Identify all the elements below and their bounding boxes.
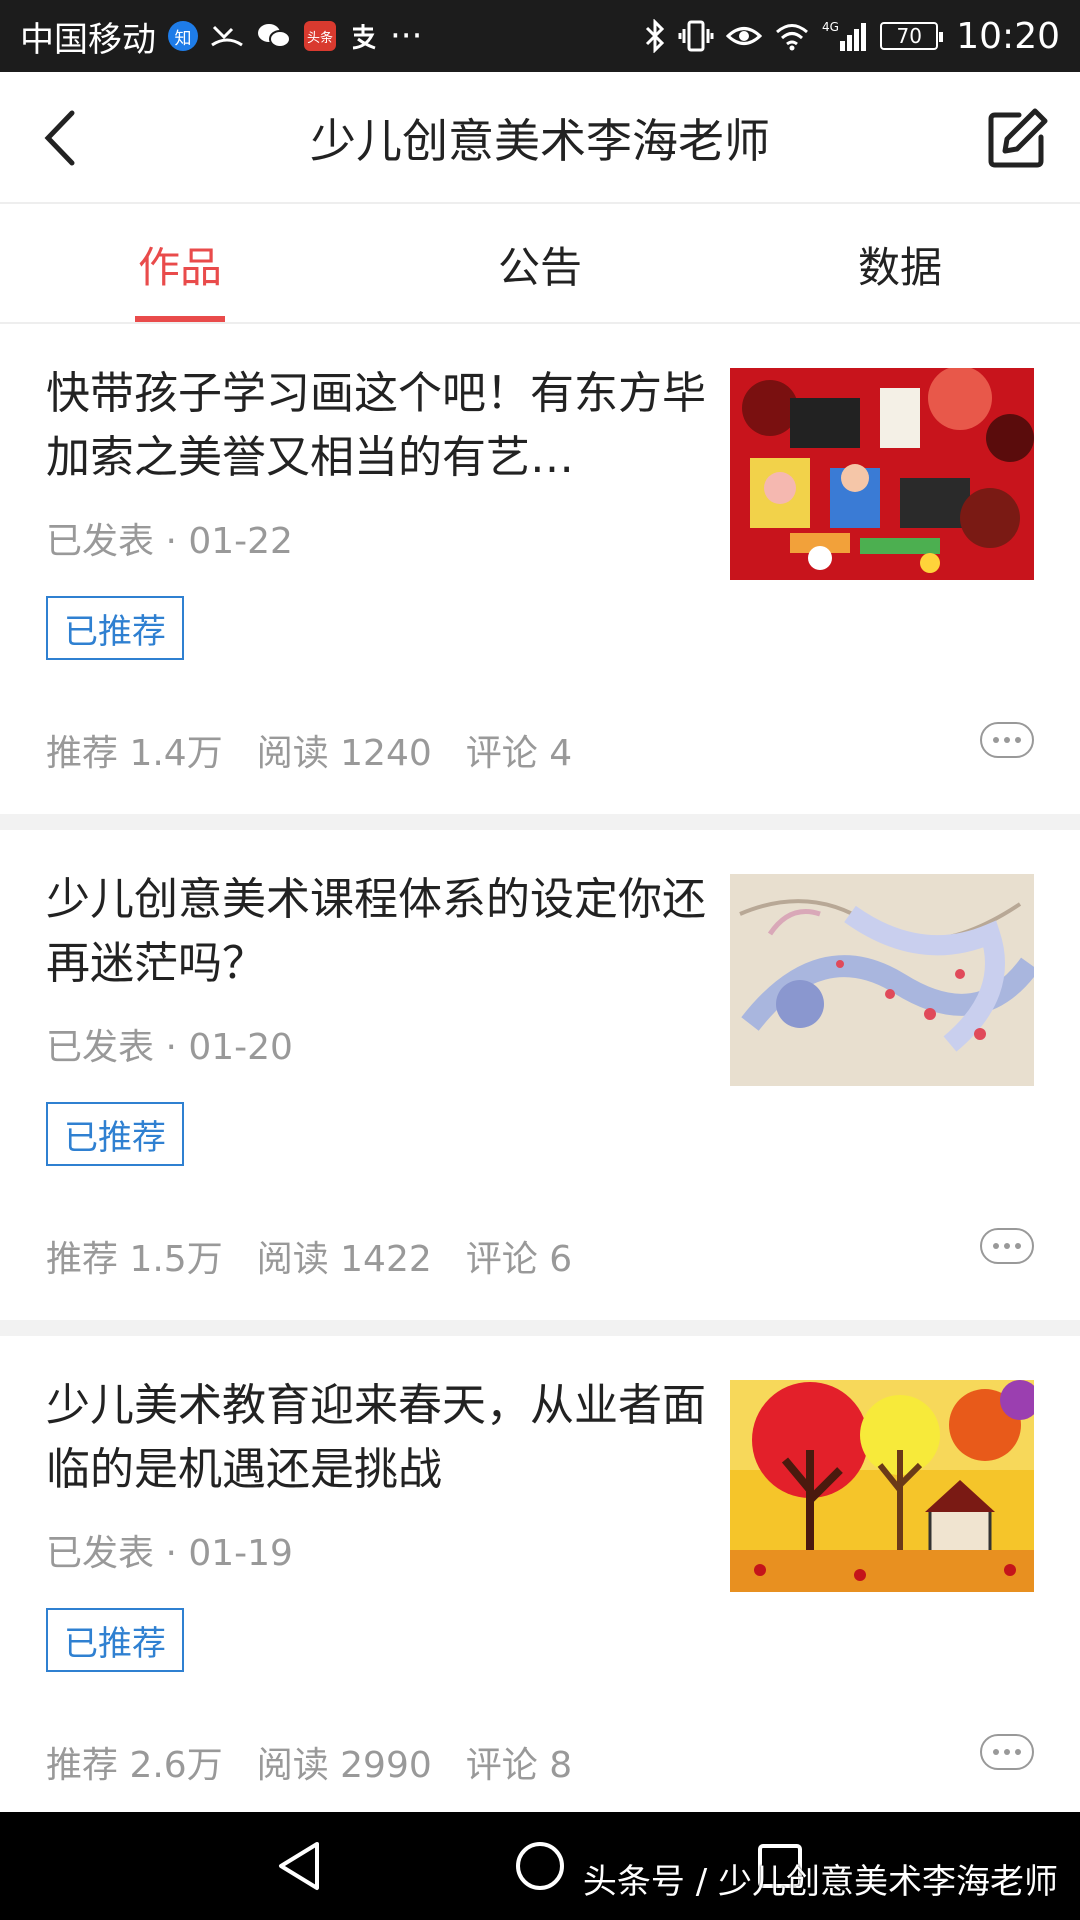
wifi-icon (774, 21, 810, 51)
nav-home-button[interactable] (508, 1834, 572, 1898)
recommend-count: 推荐 2.6万 (46, 1745, 223, 1786)
article-title[interactable]: 快带孩子学习画这个吧！有东方毕加索之美誉又相当的有艺… (46, 362, 706, 490)
article-publish-info: 已发表 · 01-19 (46, 1533, 293, 1574)
cellular-signal-icon: 4G (822, 19, 868, 53)
tab-works-label: 作品 (137, 242, 222, 292)
comment-count: 评论 8 (465, 1745, 573, 1786)
nav-back-button[interactable] (266, 1834, 330, 1898)
app-root: 中国移动 知 头条 ··· 4G 70 10:20 少儿创意美术李海老师 作品 … (0, 0, 1080, 1920)
page-title: 少儿创意美术李海老师 (310, 114, 770, 168)
list-separator (0, 1320, 1080, 1336)
autumn-trees-painting-image (730, 1380, 1034, 1592)
recommended-badge: 已推荐 (46, 596, 184, 660)
recommend-count: 推荐 1.4万 (46, 733, 223, 774)
recommend-count: 推荐 1.5万 (46, 1239, 223, 1280)
more-options-button[interactable] (980, 722, 1034, 758)
article-card[interactable]: 快带孩子学习画这个吧！有东方毕加索之美誉又相当的有艺… 已发表 · 01-22 … (0, 324, 1080, 814)
more-dot (1004, 1243, 1010, 1249)
tab-data[interactable]: 数据 (720, 206, 1080, 322)
circle-home-icon (516, 1842, 564, 1890)
more-dot (1004, 1749, 1010, 1755)
more-dot (1015, 1749, 1021, 1755)
wechat-icon (256, 21, 292, 51)
tab-bar: 作品 公告 数据 (0, 206, 1080, 324)
status-right: 4G 70 10:20 (644, 16, 1060, 57)
article-stats: 推荐 2.6万 阅读 2990 评论 8 (46, 1736, 572, 1788)
tab-works[interactable]: 作品 (0, 206, 360, 322)
article-list: 快带孩子学习画这个吧！有东方毕加索之美誉又相当的有艺… 已发表 · 01-22 … (0, 324, 1080, 1826)
phoenix-drawing-image (730, 874, 1034, 1086)
comment-count: 评论 4 (465, 733, 573, 774)
status-bar: 中国移动 知 头条 ··· 4G 70 10:20 (0, 0, 1080, 72)
header-bar: 少儿创意美术李海老师 (0, 72, 1080, 204)
article-title[interactable]: 少儿创意美术课程体系的设定你还再迷茫吗？ (46, 868, 706, 996)
watermark-text: 头条号 / 少儿创意美术李海老师 (582, 1862, 1058, 1902)
more-options-button[interactable] (980, 1734, 1034, 1770)
article-publish-info: 已发表 · 01-20 (46, 1027, 293, 1068)
read-count: 阅读 2990 (256, 1745, 432, 1786)
chevron-left-icon (44, 110, 75, 166)
battery-icon: 70 (880, 22, 944, 50)
more-dot (993, 1243, 999, 1249)
system-nav-bar: 头条号 / 少儿创意美术李海老师 (0, 1812, 1080, 1920)
comment-count: 评论 6 (465, 1239, 573, 1280)
tab-active-indicator (135, 316, 225, 322)
triangle-back-icon (279, 1842, 319, 1890)
tab-announcements-label: 公告 (497, 242, 582, 292)
more-dot (1015, 1243, 1021, 1249)
list-separator (0, 814, 1080, 830)
article-card[interactable]: 少儿创意美术课程体系的设定你还再迷茫吗？ 已发表 · 01-20 已推荐 推荐 … (0, 830, 1080, 1320)
more-dot (1015, 737, 1021, 743)
article-title[interactable]: 少儿美术教育迎来春天，从业者面临的是机遇还是挑战 (46, 1374, 706, 1502)
back-button[interactable] (30, 104, 90, 172)
more-dot (993, 1749, 999, 1755)
more-dot (993, 737, 999, 743)
read-count: 阅读 1422 (256, 1239, 432, 1280)
toutiao-notification-icon: 头条 (304, 21, 336, 51)
folk-painting-image (730, 368, 1034, 580)
tab-announcements[interactable]: 公告 (360, 206, 720, 322)
more-options-button[interactable] (980, 1228, 1034, 1264)
article-stats: 推荐 1.5万 阅读 1422 评论 6 (46, 1230, 572, 1282)
article-stats: 推荐 1.4万 阅读 1240 评论 4 (46, 724, 572, 776)
bluetooth-icon (644, 19, 666, 53)
read-count: 阅读 1240 (256, 733, 432, 774)
recommended-badge: 已推荐 (46, 1608, 184, 1672)
clock: 10:20 (956, 15, 1060, 57)
edit-button[interactable] (982, 104, 1052, 174)
missed-call-icon (210, 21, 244, 51)
zhihu-notification-icon: 知 (168, 21, 198, 51)
article-thumbnail[interactable] (730, 874, 1034, 1086)
edit-icon (988, 108, 1048, 168)
tab-data-label: 数据 (857, 242, 942, 292)
vibrate-icon (678, 19, 714, 53)
article-thumbnail[interactable] (730, 368, 1034, 580)
eye-comfort-icon (726, 23, 763, 49)
article-card[interactable]: 少儿美术教育迎来春天，从业者面临的是机遇还是挑战 已发表 · 01-19 已推荐… (0, 1336, 1080, 1826)
more-notifications-indicator: ··· (390, 16, 423, 56)
carrier-label: 中国移动 (20, 19, 156, 60)
status-left: 中国移动 知 头条 ··· (20, 12, 422, 61)
alipay-icon (348, 21, 378, 51)
article-publish-info: 已发表 · 01-22 (46, 521, 293, 562)
recommended-badge: 已推荐 (46, 1102, 184, 1166)
more-dot (1004, 737, 1010, 743)
article-thumbnail[interactable] (730, 1380, 1034, 1592)
network-type-label: 4G (822, 20, 839, 34)
